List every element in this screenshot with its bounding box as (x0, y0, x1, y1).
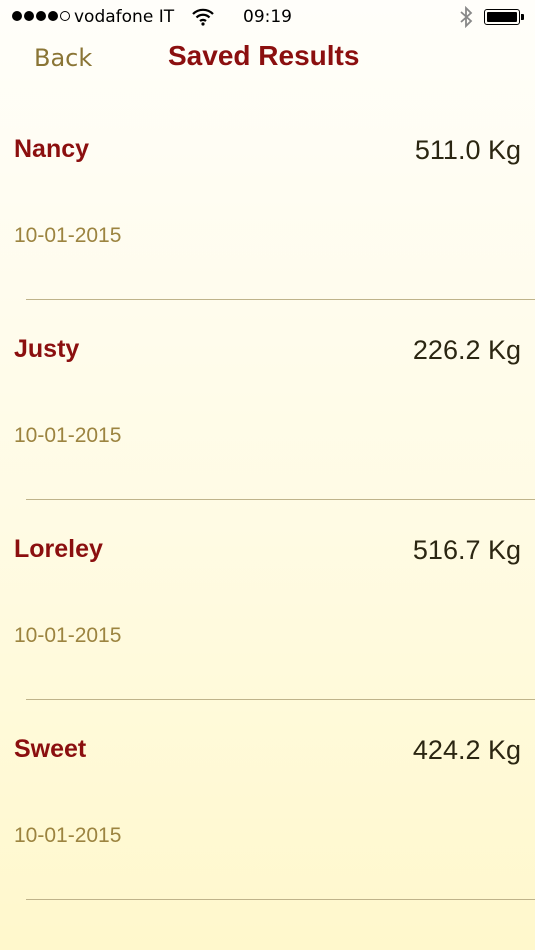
result-name: Nancy (14, 135, 90, 163)
result-weight: 511.0 Kg (414, 135, 521, 165)
result-date: 10-01-2015 (14, 824, 122, 847)
bluetooth-icon (459, 5, 473, 33)
battery-tip (521, 14, 524, 20)
results-list: Nancy 511.0 Kg 10-01-2015 Justy 226.2 Kg… (0, 100, 535, 900)
result-weight: 424.2 Kg (412, 735, 521, 765)
result-weight: 516.7 Kg (412, 535, 521, 565)
clock: 09:19 (243, 7, 292, 27)
row-divider (26, 899, 535, 900)
battery-icon (484, 9, 520, 25)
result-name: Justy (14, 335, 80, 363)
result-date: 10-01-2015 (14, 424, 122, 447)
list-item[interactable]: Sweet 424.2 Kg 10-01-2015 (0, 700, 535, 900)
list-item[interactable]: Justy 226.2 Kg 10-01-2015 (0, 300, 535, 500)
result-name: Sweet (14, 735, 87, 763)
page-title: Saved Results (168, 40, 360, 71)
list-item[interactable]: Nancy 511.0 Kg 10-01-2015 (0, 100, 535, 300)
result-weight: 226.2 Kg (412, 335, 521, 365)
status-bar: vodafone IT 09:19 (0, 0, 535, 36)
result-date: 10-01-2015 (14, 224, 122, 247)
result-name: Loreley (14, 535, 103, 563)
result-date: 10-01-2015 (14, 624, 122, 647)
back-button[interactable]: Back (34, 44, 92, 72)
list-item[interactable]: Loreley 516.7 Kg 10-01-2015 (0, 500, 535, 700)
